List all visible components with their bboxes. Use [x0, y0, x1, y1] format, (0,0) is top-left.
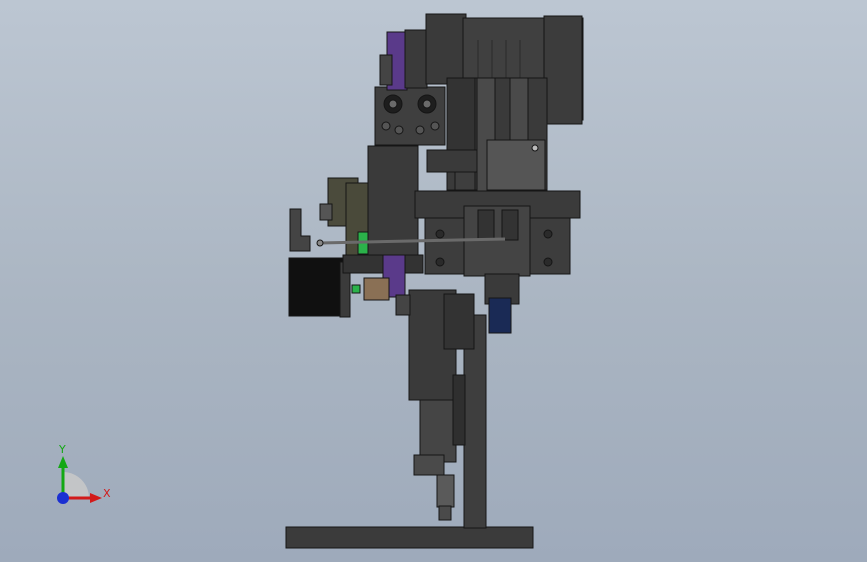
- valve-bolt-3: [415, 125, 425, 135]
- valve-screw-right: [422, 99, 432, 109]
- valve-bolt-1: [381, 121, 391, 131]
- roller-hub: [363, 277, 390, 301]
- cylinder-tip: [438, 505, 452, 521]
- clamp-bolt-4: [543, 257, 553, 267]
- clamp-bolt-3: [435, 257, 445, 267]
- small-block: [395, 294, 411, 316]
- column-bracket: [452, 374, 466, 446]
- side-motor: [288, 257, 347, 317]
- clamp-jaw-right: [501, 209, 519, 241]
- servo-motor-rear: [543, 15, 583, 125]
- cylinder-rod-housing: [419, 399, 457, 463]
- cylinder-cap: [443, 293, 475, 350]
- y-axis-label: Y: [59, 443, 66, 456]
- valve-screw-left: [388, 99, 398, 109]
- slide-bracket: [426, 149, 478, 173]
- servo-motor-flange: [425, 13, 467, 85]
- gear-block-cap: [319, 203, 333, 221]
- cylinder-rod: [436, 474, 455, 508]
- valve-block: [374, 86, 446, 146]
- base-plate: [285, 526, 534, 549]
- slide-plate-left: [446, 77, 476, 154]
- rod-tip: [316, 239, 324, 247]
- clamp-jaw-left: [477, 209, 495, 241]
- coordinate-triad-icon: [57, 456, 102, 504]
- navy-sensor: [488, 297, 512, 334]
- upper-pulley-flange: [379, 54, 393, 86]
- cylinder-nut: [413, 454, 445, 476]
- valve-bolt-4: [430, 121, 440, 131]
- cad-viewport[interactable]: Y X: [0, 0, 867, 562]
- x-axis-label: X: [103, 487, 111, 500]
- machine-assembly[interactable]: [0, 0, 867, 562]
- clamp-bolt-1: [435, 229, 445, 239]
- clamp-bolt-2: [543, 229, 553, 239]
- hook-bracket: [289, 208, 311, 252]
- green-washer: [351, 284, 361, 294]
- valve-bolt-2: [394, 125, 404, 135]
- carriage-bolt: [531, 144, 539, 152]
- pulley-shaft: [404, 29, 428, 89]
